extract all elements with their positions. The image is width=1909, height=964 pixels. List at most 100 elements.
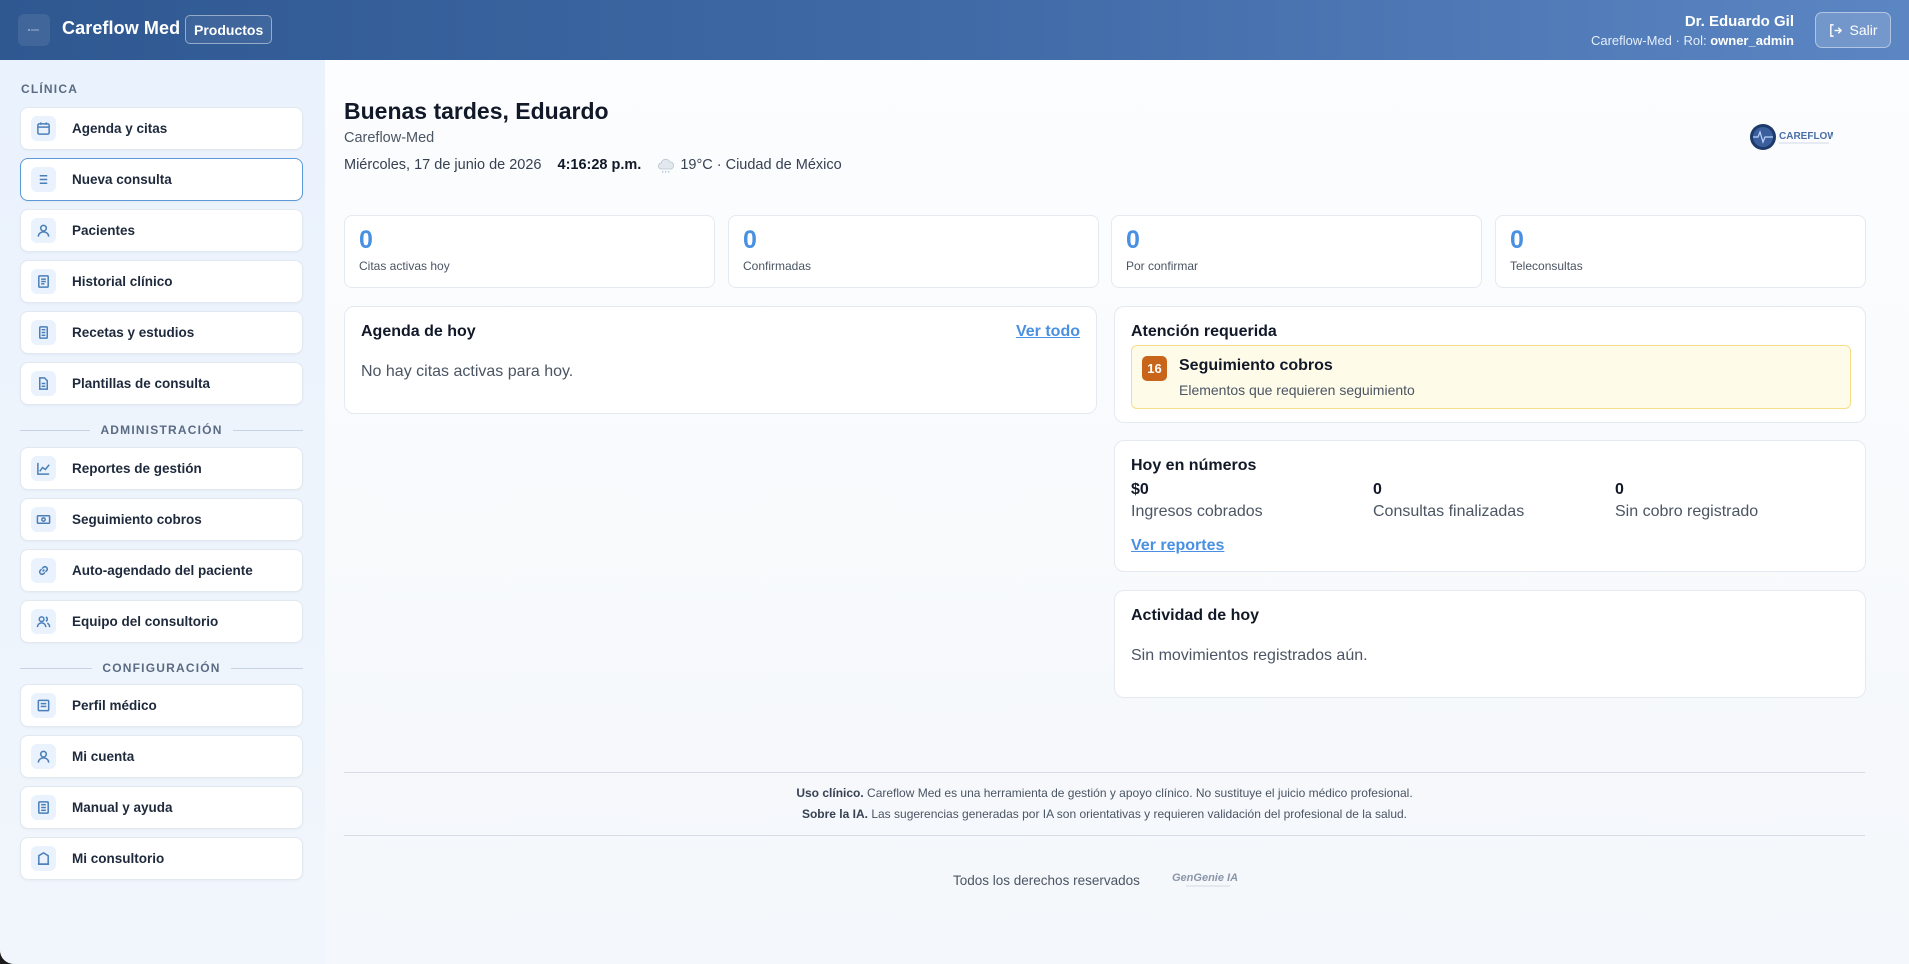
section-admin-label: ADMINISTRACIÓN bbox=[100, 423, 223, 437]
calendar-icon bbox=[31, 116, 56, 141]
sidebar-item-billing[interactable]: Seguimiento cobros bbox=[20, 498, 303, 541]
alert-title: Seguimiento cobros bbox=[1179, 357, 1333, 374]
agenda-empty-text: No hay citas activas para hoy. bbox=[361, 363, 574, 380]
section-admin-divider: ADMINISTRACIÓN bbox=[20, 423, 304, 437]
clinic-name: Careflow-Med bbox=[344, 130, 435, 146]
stat-pending: 0 Por confirmar bbox=[1111, 215, 1482, 288]
section-clinic-label: CLÍNICA bbox=[21, 82, 79, 96]
logout-button[interactable]: Salir bbox=[1815, 12, 1891, 48]
metric-label: Consultas finalizadas bbox=[1373, 503, 1525, 520]
sidebar-item-reports[interactable]: Reportes de gestión bbox=[20, 447, 303, 490]
chart-icon bbox=[31, 456, 56, 481]
divider-line bbox=[20, 429, 91, 431]
activity-empty-text: Sin movimientos registrados aún. bbox=[1131, 647, 1368, 664]
sidebar-item-agenda[interactable]: Agenda y citas bbox=[20, 107, 303, 150]
sidebar-item-label: Historial clínico bbox=[72, 274, 173, 289]
sidebar-item-team[interactable]: Equipo del consultorio bbox=[20, 600, 303, 643]
sidebar-item-label: Perfil médico bbox=[72, 698, 157, 713]
agenda-card: Agenda de hoy Ver todo No hay citas acti… bbox=[344, 306, 1097, 414]
sidebar-item-label: Agenda y citas bbox=[72, 121, 168, 136]
sidebar-item-history[interactable]: Historial clínico bbox=[20, 260, 303, 303]
menu-toggle-button[interactable] bbox=[18, 14, 50, 46]
stat-value: 0 bbox=[743, 226, 757, 254]
stat-confirmed: 0 Confirmadas bbox=[728, 215, 1099, 288]
billing-followup-alert[interactable]: 16 Seguimiento cobros Elementos que requ… bbox=[1131, 345, 1851, 409]
clinical-disclaimer: Uso clínico. Careflow Med es una herrami… bbox=[344, 786, 1865, 800]
stat-label: Teleconsultas bbox=[1510, 259, 1583, 273]
sidebar-item-label: Reportes de gestión bbox=[72, 461, 202, 476]
main-content: Buenas tardes, Eduardo Careflow-Med Miér… bbox=[325, 60, 1909, 964]
user-role-line: Careflow-Med · Rol: owner_admin bbox=[1591, 33, 1794, 48]
date-time-line: Miércoles, 17 de junio de 2026 4:16:28 p… bbox=[344, 157, 842, 173]
document-icon bbox=[31, 320, 56, 345]
sidebar-item-office[interactable]: Mi consultorio bbox=[20, 837, 303, 880]
sidebar-item-label: Seguimiento cobros bbox=[72, 512, 202, 527]
user-icon bbox=[31, 744, 56, 769]
view-reports-link[interactable]: Ver reportes bbox=[1131, 537, 1224, 555]
attention-card: Atención requerida 16 Seguimiento cobros… bbox=[1114, 306, 1866, 423]
sidebar: CLÍNICA Agenda y citas Nueva consulta Pa… bbox=[0, 60, 325, 964]
logout-icon bbox=[1830, 23, 1843, 37]
user-info: Dr. Eduardo Gil Careflow-Med · Rol: owne… bbox=[1591, 13, 1794, 48]
agenda-title: Agenda de hoy bbox=[361, 323, 476, 340]
metric-value: 0 bbox=[1373, 481, 1382, 498]
stat-value: 0 bbox=[1510, 226, 1524, 254]
metric-value: $0 bbox=[1131, 481, 1149, 498]
products-button[interactable]: Productos bbox=[185, 15, 273, 44]
metric-finished-consultations: 0 Consultas finalizadas bbox=[1373, 481, 1524, 521]
metric-unbilled: 0 Sin cobro registrado bbox=[1615, 481, 1758, 521]
sidebar-item-label: Plantillas de consulta bbox=[72, 376, 211, 391]
logout-label: Salir bbox=[1849, 22, 1878, 38]
attention-title: Atención requerida bbox=[1131, 323, 1277, 340]
sidebar-item-label: Equipo del consultorio bbox=[72, 614, 219, 629]
sidebar-item-templates[interactable]: Plantillas de consulta bbox=[20, 362, 303, 405]
sidebar-item-label: Auto-agendado del paciente bbox=[72, 563, 253, 578]
stat-value: 0 bbox=[359, 226, 373, 254]
building-icon bbox=[31, 846, 56, 871]
alert-count-badge: 16 bbox=[1142, 356, 1167, 381]
divider-line bbox=[230, 667, 304, 669]
numbers-card: Hoy en números $0 Ingresos cobrados 0 Co… bbox=[1114, 440, 1866, 572]
divider-line bbox=[20, 667, 93, 669]
clinical-disclaimer-text: Careflow Med es una herramienta de gesti… bbox=[863, 786, 1413, 800]
view-all-link[interactable]: Ver todo bbox=[1016, 323, 1080, 341]
current-time: 4:16:28 p.m. bbox=[557, 157, 642, 173]
ai-disclaimer: Sobre la IA. Las sugerencias generadas p… bbox=[344, 807, 1865, 821]
footer-divider bbox=[344, 835, 1865, 836]
top-bar: Careflow Med Productos Dr. Eduardo Gil C… bbox=[0, 0, 1909, 60]
user-name: Dr. Eduardo Gil bbox=[1684, 13, 1794, 30]
logo-text: CAREFLOW bbox=[1779, 131, 1833, 142]
activity-card: Actividad de hoy Sin movimientos registr… bbox=[1114, 590, 1866, 698]
stat-label: Citas activas hoy bbox=[359, 259, 450, 273]
numbers-title: Hoy en números bbox=[1131, 457, 1257, 474]
sidebar-item-label: Mi consultorio bbox=[72, 851, 165, 866]
metric-label: Ingresos cobrados bbox=[1131, 503, 1263, 520]
user-icon bbox=[31, 218, 56, 243]
sidebar-item-prescriptions[interactable]: Recetas y estudios bbox=[20, 311, 303, 354]
weather-text: 19°C · Ciudad de México bbox=[680, 157, 842, 173]
activity-title: Actividad de hoy bbox=[1131, 607, 1260, 624]
sidebar-item-patients[interactable]: Pacientes bbox=[20, 209, 303, 252]
stat-teleconsultations: 0 Teleconsultas bbox=[1495, 215, 1866, 288]
greeting-title: Buenas tardes, Eduardo bbox=[344, 98, 609, 124]
divider-line bbox=[232, 429, 304, 431]
id-card-icon bbox=[31, 693, 56, 718]
brand-name[interactable]: Careflow Med bbox=[62, 18, 180, 39]
careflow-logo: CAREFLOW bbox=[1750, 124, 1833, 150]
sidebar-item-medical-profile[interactable]: Perfil médico bbox=[20, 684, 303, 727]
sidebar-item-self-scheduling[interactable]: Auto-agendado del paciente bbox=[20, 549, 303, 592]
metric-label: Sin cobro registrado bbox=[1615, 503, 1759, 520]
users-icon bbox=[31, 609, 56, 634]
ai-disclaimer-bold: Sobre la IA. bbox=[801, 807, 868, 821]
sidebar-item-new-consultation[interactable]: Nueva consulta bbox=[20, 158, 303, 201]
weather: 19°C · Ciudad de México bbox=[657, 157, 842, 173]
clinical-disclaimer-bold: Uso clínico. bbox=[796, 786, 864, 800]
manual-icon bbox=[31, 795, 56, 820]
stat-label: Por confirmar bbox=[1126, 259, 1199, 273]
sidebar-item-account[interactable]: Mi cuenta bbox=[20, 735, 303, 778]
sidebar-item-manual[interactable]: Manual y ayuda bbox=[20, 786, 303, 829]
cloud-icon bbox=[658, 158, 675, 173]
gengenie-logo: GenGenie IA bbox=[1172, 872, 1238, 887]
footer-divider bbox=[344, 772, 1865, 773]
ai-disclaimer-text: Las sugerencias generadas por IA son ori… bbox=[868, 807, 1408, 821]
